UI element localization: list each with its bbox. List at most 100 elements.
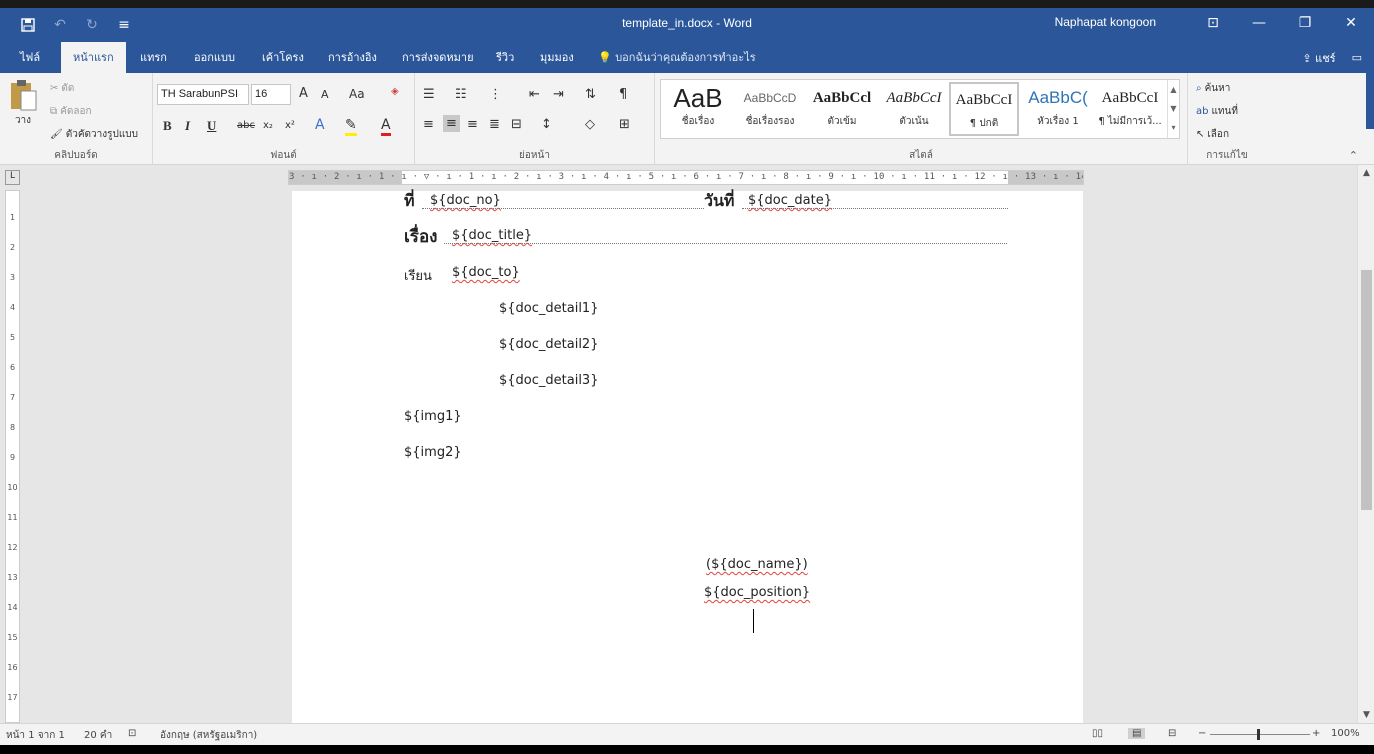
doc-no-field[interactable]: ${doc_no} [430, 193, 501, 208]
tell-me-box[interactable]: 💡 บอกฉันว่าคุณต้องการทำอะไร [598, 42, 756, 73]
doc-to-field[interactable]: ${doc_to} [452, 265, 520, 280]
show-marks-icon[interactable]: ¶ [619, 87, 627, 102]
tab-home[interactable]: หน้าแรก [61, 42, 126, 73]
bold-button[interactable]: B [163, 118, 172, 134]
align-right-icon[interactable]: ≡ [467, 117, 478, 132]
doc-detail-1[interactable]: ${doc_detail1} [499, 301, 598, 316]
tab-insert[interactable]: แทรก [128, 42, 179, 73]
replace-button[interactable]: ab แทนที่ [1196, 104, 1238, 119]
ruler-mark: 6 [9, 363, 16, 372]
doc-position-field[interactable]: ${doc_position} [704, 585, 810, 600]
style-no-spacing[interactable]: AaBbCcI ¶ ไม่มีการเว้... [1095, 82, 1165, 136]
proofing-icon[interactable]: ⊡ [128, 728, 136, 739]
tab-view[interactable]: มุมมอง [528, 42, 586, 73]
zoom-slider-knob[interactable] [1257, 729, 1260, 740]
vertical-scrollbar[interactable]: ▲ ▼ [1357, 165, 1374, 723]
bullets-icon[interactable]: ☰ [423, 87, 435, 102]
web-layout-icon[interactable]: ⊟ [1168, 728, 1176, 739]
superscript-button[interactable]: x² [285, 120, 295, 131]
doc-name-field[interactable]: (${doc_name}) [706, 557, 808, 572]
doc-title-field[interactable]: ${doc_title} [452, 228, 532, 243]
italic-button[interactable]: I [185, 118, 190, 134]
tab-references[interactable]: การอ้างอิง [316, 42, 389, 73]
restore-icon[interactable]: ❐ [1282, 8, 1328, 38]
share-button[interactable]: ⇪ แชร์ [1302, 49, 1335, 67]
doc-img-1[interactable]: ${img1} [404, 409, 462, 424]
font-size-box[interactable]: 16 [251, 84, 291, 105]
collapse-ribbon-icon[interactable]: ⌃ [1349, 149, 1358, 162]
tab-review[interactable]: รีวิว [484, 42, 526, 73]
multilevel-list-icon[interactable]: ⋮ [489, 87, 502, 102]
style-preview: AaB [673, 83, 723, 113]
subscript-button[interactable]: x₂ [263, 120, 273, 131]
zoom-out-icon[interactable]: − [1198, 728, 1206, 739]
doc-to-label: เรียน [404, 269, 432, 284]
style-emphasis[interactable]: AaBbCcI ตัวเน้น [879, 82, 949, 136]
tab-file[interactable]: ไฟล์ [8, 42, 52, 73]
document-page[interactable]: ที่ ${doc_no} วันที่ ${doc_date} เรื่อง … [292, 191, 1083, 723]
tab-selector[interactable]: L [5, 170, 20, 185]
thai-distributed-icon[interactable]: ⊟ [511, 117, 522, 132]
word-count[interactable]: 20 คำ [84, 728, 112, 743]
scroll-down-icon[interactable]: ▼ [1358, 710, 1374, 720]
user-name[interactable]: Naphapat kongoon [1055, 15, 1156, 29]
increase-indent-icon[interactable]: ⇥ [553, 87, 564, 102]
vertical-ruler[interactable]: 1 2 3 4 5 6 7 8 9 10 11 12 13 14 15 16 1… [5, 190, 20, 723]
paste-button[interactable]: วาง [8, 79, 38, 128]
doc-date-field[interactable]: ${doc_date} [748, 193, 832, 208]
tab-layout[interactable]: เค้าโครง [250, 42, 316, 73]
close-icon[interactable]: ✕ [1328, 8, 1374, 38]
numbering-icon[interactable]: ☷ [455, 87, 467, 102]
underline-button[interactable]: U [207, 118, 216, 134]
ribbon-display-options-icon[interactable]: ⊡ [1190, 8, 1236, 38]
font-color-icon[interactable]: A [381, 117, 391, 136]
line-spacing-icon[interactable]: ↕ [541, 117, 552, 132]
tab-design[interactable]: ออกแบบ [182, 42, 247, 73]
shrink-font-button[interactable]: A [321, 88, 329, 101]
style-normal[interactable]: AaBbCcI ¶ ปกติ [949, 82, 1019, 136]
zoom-level[interactable]: 100% [1331, 728, 1360, 739]
copy-button[interactable]: ⧉ คัดลอก [50, 104, 92, 119]
find-label: ค้นหา [1204, 83, 1231, 94]
justify-icon[interactable]: ≣ [489, 117, 500, 132]
find-button[interactable]: ⌕ ค้นหา [1196, 81, 1230, 96]
tab-mailings[interactable]: การส่งจดหมาย [390, 42, 486, 73]
language-indicator[interactable]: อังกฤษ (สหรัฐอเมริกา) [160, 728, 257, 743]
print-layout-icon[interactable]: ▤ [1128, 728, 1146, 739]
format-painter-button[interactable]: 🖌 ตัวคัดวางรูปแบบ [50, 127, 138, 142]
decrease-indent-icon[interactable]: ⇤ [529, 87, 540, 102]
comments-icon[interactable]: ▭ [1352, 51, 1362, 64]
highlight-icon[interactable]: ✎ [345, 117, 357, 136]
style-subtitle[interactable]: AaBbCcD ชื่อเรื่องรอง [735, 82, 805, 136]
style-heading-1[interactable]: AaBbC( หัวเรื่อง 1 [1023, 82, 1093, 136]
scroll-up-icon[interactable]: ▲ [1358, 168, 1374, 178]
styles-scroll[interactable]: ▲ ▼ ▾ [1167, 80, 1179, 138]
page-count[interactable]: หน้า 1 จาก 1 [6, 728, 65, 743]
doc-detail-2[interactable]: ${doc_detail2} [499, 337, 598, 352]
doc-img-2[interactable]: ${img2} [404, 445, 462, 460]
shading-icon[interactable]: ◇ [585, 117, 595, 132]
zoom-in-icon[interactable]: + [1312, 728, 1320, 739]
paragraph-group-label: ย่อหน้า [519, 150, 550, 161]
minimize-icon[interactable]: — [1236, 8, 1282, 38]
text-effects-icon[interactable]: A [315, 117, 325, 133]
font-name-box[interactable]: TH SarabunPSI [157, 84, 249, 105]
horizontal-ruler[interactable]: 3 · ı · 2 · ı · 1 · ı · ▽ · ı · 1 · ı · … [288, 170, 1084, 185]
zoom-slider[interactable] [1210, 734, 1310, 735]
align-left-icon[interactable]: ≡ [423, 117, 434, 132]
strikethrough-button[interactable]: abc [237, 120, 255, 131]
grow-font-button[interactable]: A [299, 86, 308, 101]
align-center-icon[interactable]: ≡ [443, 115, 460, 132]
doc-detail-3[interactable]: ${doc_detail3} [499, 373, 598, 388]
read-mode-icon[interactable]: ▯▯ [1092, 728, 1103, 739]
clear-formatting-icon[interactable]: ◈ [391, 86, 399, 97]
cut-button[interactable]: ✂ ตัด [50, 81, 74, 96]
doc-name-value: (${doc_name}) [706, 557, 808, 572]
borders-icon[interactable]: ⊞ [619, 117, 630, 132]
select-button[interactable]: ↖ เลือก [1196, 127, 1229, 142]
style-title[interactable]: AaB ชื่อเรื่อง [663, 82, 733, 136]
scrollbar-thumb[interactable] [1361, 270, 1372, 510]
change-case-button[interactable]: Aa [349, 87, 365, 101]
sort-icon[interactable]: ⇅ [585, 87, 596, 102]
style-strong[interactable]: AaBbCcl ตัวเข้ม [807, 82, 877, 136]
